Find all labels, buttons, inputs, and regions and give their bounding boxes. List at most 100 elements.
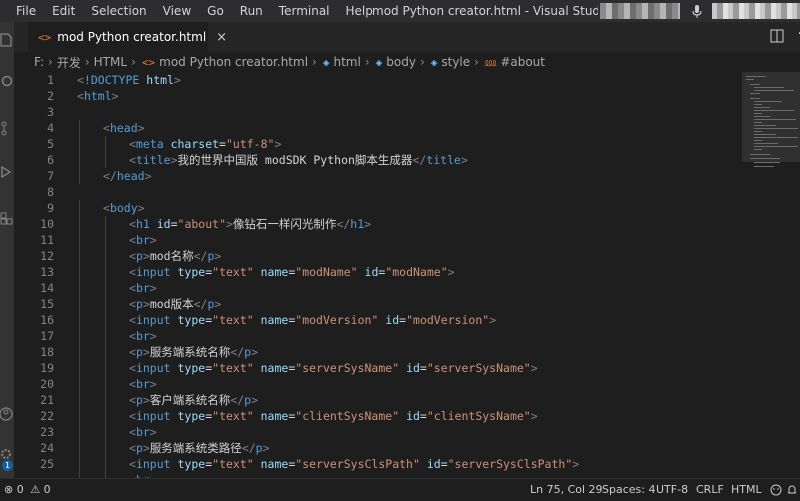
indentation[interactable]: Spaces: 4 — [602, 479, 655, 501]
code-line[interactable]: 14 <br> — [14, 280, 742, 296]
indent-guide — [105, 328, 106, 344]
indent-guide — [79, 200, 80, 216]
code-token: < — [77, 73, 84, 87]
breadcrumb-style[interactable]: style — [441, 55, 470, 69]
code-editor[interactable]: 1 <!DOCTYPE html> 2 <html> 3 4 <head> 5 <meta ch… — [14, 72, 742, 478]
code-token: p — [135, 393, 143, 407]
line-ending[interactable]: CRLF — [696, 479, 724, 501]
code-line[interactable]: 17 <br> — [14, 328, 742, 344]
code-line[interactable]: 25 <input type="text" name="serverSysClsP… — [14, 456, 742, 472]
code-token: h1 — [135, 217, 150, 231]
code-line[interactable]: 13 <input type="text" name="modName" id="… — [14, 264, 742, 280]
notifications-bell-icon[interactable] — [786, 484, 798, 496]
breadcrumb-folder-html[interactable]: HTML — [94, 55, 127, 69]
html-file-icon: <> — [141, 55, 156, 69]
code-line[interactable]: 7 </head> — [14, 168, 742, 184]
code-line[interactable]: 15 <p>mod版本</p> — [14, 296, 742, 312]
breadcrumb-drive[interactable]: F: — [34, 55, 44, 69]
code-line[interactable]: 9 <body> — [14, 200, 742, 216]
code-token: > — [274, 137, 282, 151]
microphone-icon[interactable] — [690, 3, 704, 19]
chevron-right-icon: › — [84, 55, 90, 69]
code-token: > — [173, 73, 181, 87]
menu-view[interactable]: View — [155, 0, 199, 22]
code-token: name — [260, 457, 289, 471]
code-token: < — [129, 137, 136, 151]
code-token: type — [177, 265, 206, 279]
code-token: h1 — [350, 217, 365, 231]
code-token: = — [419, 409, 427, 423]
code-line[interactable]: 18 <p>服务端系统名称</p> — [14, 344, 742, 360]
indent-guide — [79, 120, 80, 136]
code-line[interactable]: 10 <h1 id="about">像钻石一样闪光制作</h1> — [14, 216, 742, 232]
code-line[interactable]: 6 <title>我的世界中国版 modSDK Python脚本生成器</titl… — [14, 152, 742, 168]
breadcrumb-file[interactable]: mod Python creator.html — [159, 55, 308, 69]
code-token: > — [364, 217, 372, 231]
code-line[interactable]: 22 <input type="text" name="clientSysName… — [14, 408, 742, 424]
breadcrumb-about[interactable]: #about — [500, 55, 545, 69]
code-token: < — [129, 153, 136, 167]
code-line[interactable]: 11 <br> — [14, 232, 742, 248]
id-selector-icon: ⅏ — [484, 55, 497, 69]
code-text: <br> — [129, 232, 157, 248]
code-token: < — [129, 377, 136, 391]
code-line[interactable]: 16 <input type="text" name="modVersion" i… — [14, 312, 742, 328]
code-token: > — [149, 329, 157, 343]
code-token: "text" — [212, 313, 254, 327]
indent-guide — [79, 136, 80, 152]
source-control-icon[interactable] — [0, 120, 14, 136]
account-icon[interactable] — [0, 406, 14, 422]
menu-go[interactable]: Go — [199, 0, 232, 22]
code-line[interactable]: 8 — [14, 184, 742, 200]
code-token: = — [440, 457, 448, 471]
code-token: < — [77, 89, 84, 103]
menu-edit[interactable]: Edit — [44, 0, 83, 22]
code-line[interactable]: 4 <head> — [14, 120, 742, 136]
code-token: </ — [241, 441, 256, 455]
code-token: > — [460, 153, 468, 167]
code-line[interactable]: 19 <input type="text" name="serverSysName… — [14, 360, 742, 376]
encoding[interactable]: UTF-8 — [656, 479, 688, 501]
close-icon[interactable]: × — [216, 30, 227, 45]
menu-selection[interactable]: Selection — [83, 0, 154, 22]
code-line[interactable]: 2 <html> — [14, 88, 742, 104]
tab-mod-python-creator[interactable]: <> mod Python creator.html × — [28, 22, 227, 52]
breadcrumb-folder-dev[interactable]: 开发 — [57, 54, 81, 71]
problems-indicator[interactable]: ⊗ 0 ⚠ 0 — [4, 479, 51, 501]
error-count: 0 — [16, 483, 24, 496]
code-text: <html> — [77, 88, 119, 104]
code-line[interactable]: 24 <p>服务端系统类路径</p> — [14, 440, 742, 456]
menu-run[interactable]: Run — [232, 0, 271, 22]
run-debug-icon[interactable] — [0, 164, 14, 180]
code-line[interactable]: 12 <p>mod名称</p> — [14, 248, 742, 264]
feedback-icon[interactable] — [770, 484, 782, 496]
menu-file[interactable]: File — [8, 0, 44, 22]
code-line[interactable]: 3 — [14, 104, 742, 120]
minimap[interactable] — [742, 72, 800, 478]
line-number: 16 — [40, 313, 54, 327]
split-editor-icon[interactable] — [770, 29, 784, 43]
code-line[interactable]: 21 <p>客户端系统名称</p> — [14, 392, 742, 408]
code-line[interactable]: 1 <!DOCTYPE html> — [14, 72, 742, 88]
language-mode[interactable]: HTML — [731, 479, 762, 501]
code-token: title — [135, 153, 171, 167]
code-token: > — [142, 393, 150, 407]
code-token: 像钻石一样闪光制作 — [232, 217, 337, 231]
code-line[interactable]: 23 <br> — [14, 424, 742, 440]
code-token: "clientSysName" — [295, 409, 400, 423]
line-number: 11 — [40, 233, 54, 247]
indent-guide — [79, 232, 80, 248]
code-line[interactable]: 5 <meta charset="utf-8"> — [14, 136, 742, 152]
breadcrumb-html[interactable]: html — [333, 55, 360, 69]
extensions-icon[interactable] — [0, 210, 14, 226]
code-line[interactable]: 20 <br> — [14, 376, 742, 392]
cursor-position[interactable]: Ln 75, Col 29 — [530, 479, 603, 501]
indent-guide — [79, 216, 80, 232]
search-icon[interactable] — [0, 74, 14, 90]
breadcrumb-body[interactable]: body — [386, 55, 416, 69]
line-number: 17 — [40, 329, 54, 343]
explorer-icon[interactable] — [0, 32, 14, 48]
menu-terminal[interactable]: Terminal — [271, 0, 338, 22]
